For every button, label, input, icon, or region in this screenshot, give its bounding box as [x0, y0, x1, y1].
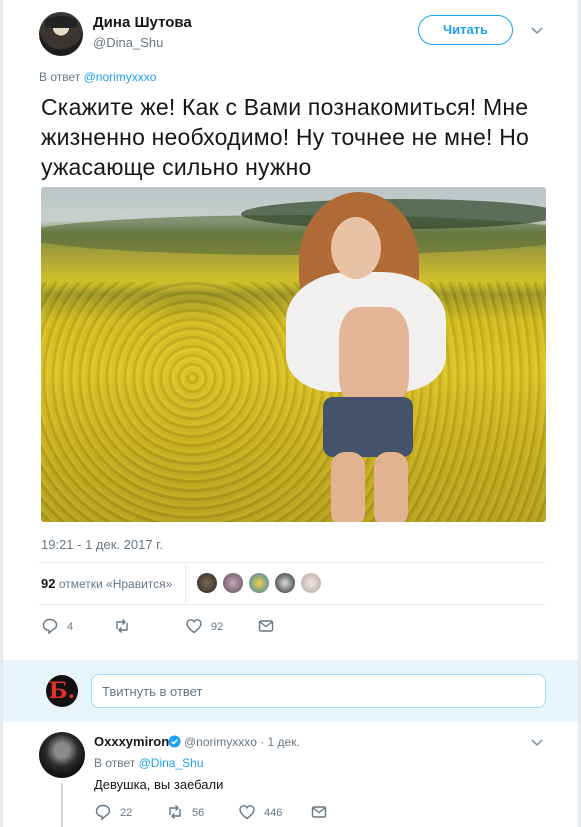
reply-reply-to-prefix: В ответ: [94, 756, 136, 770]
reply-author-name[interactable]: Oxxxymiron: [94, 734, 169, 749]
likes-label: отметки «Нравится»: [58, 577, 173, 591]
reply-reply-to-link[interactable]: @Dina_Shu: [139, 756, 204, 770]
likes-count: 92: [41, 576, 56, 591]
liker-avatar[interactable]: [223, 573, 243, 593]
tweet-photo[interactable]: [41, 187, 546, 522]
envelope-icon[interactable]: [257, 617, 275, 635]
reply-reply-count: 22: [120, 807, 133, 819]
author-handle[interactable]: @Dina_Shu: [93, 35, 163, 50]
author-name[interactable]: Дина Шутова: [93, 14, 192, 31]
divider: [39, 604, 545, 605]
stat-separator: [185, 565, 186, 603]
liker-avatar[interactable]: [301, 573, 321, 593]
divider: [39, 562, 545, 563]
reply-input[interactable]: Твитнуть в ответ: [91, 674, 546, 708]
liker-avatar[interactable]: [275, 573, 295, 593]
reply-retweet-count: 56: [192, 807, 205, 819]
retweet-icon[interactable]: [166, 803, 184, 821]
heart-icon[interactable]: [185, 617, 203, 635]
author-avatar[interactable]: [39, 12, 83, 56]
liker-avatar[interactable]: [197, 573, 217, 593]
reply-to-line: В ответ @norimyxxxo: [39, 70, 156, 84]
verified-badge-icon: [168, 735, 181, 748]
tweet-timestamp[interactable]: 19:21 - 1 дек. 2017 г.: [41, 537, 163, 552]
reply-author-handle[interactable]: @norimyxxxo · 1 дек.: [184, 735, 300, 749]
tweet-text: Скажите же! Как с Вами познакомиться! Мн…: [41, 94, 530, 180]
liker-avatar[interactable]: [249, 573, 269, 593]
tweet-card: Дина Шутова @Dina_Shu Читать В ответ @no…: [2, 0, 579, 827]
heart-icon[interactable]: [238, 803, 256, 821]
reply-to-prefix: В ответ: [39, 70, 81, 84]
reply-text: Девушка, вы заебали: [94, 777, 224, 792]
like-count: 92: [211, 621, 224, 633]
thread-line: [61, 783, 63, 827]
reply-icon[interactable]: [94, 803, 112, 821]
reply-count: 4: [67, 621, 74, 633]
retweet-icon[interactable]: [113, 617, 131, 635]
chevron-down-icon[interactable]: [529, 734, 545, 750]
reply-like-count: 446: [264, 807, 283, 819]
follow-button[interactable]: Читать: [418, 15, 513, 45]
likes-stat[interactable]: 92 отметки «Нравится»: [41, 576, 172, 591]
chevron-down-icon[interactable]: [529, 22, 545, 38]
reply-author-avatar[interactable]: [39, 732, 85, 778]
reply-icon[interactable]: [41, 617, 59, 635]
reply-to-link[interactable]: @norimyxxxo: [84, 70, 157, 84]
reply-reply-to-line: В ответ @Dina_Shu: [94, 756, 204, 770]
current-user-avatar[interactable]: Б.: [46, 675, 78, 707]
envelope-icon[interactable]: [310, 803, 328, 821]
